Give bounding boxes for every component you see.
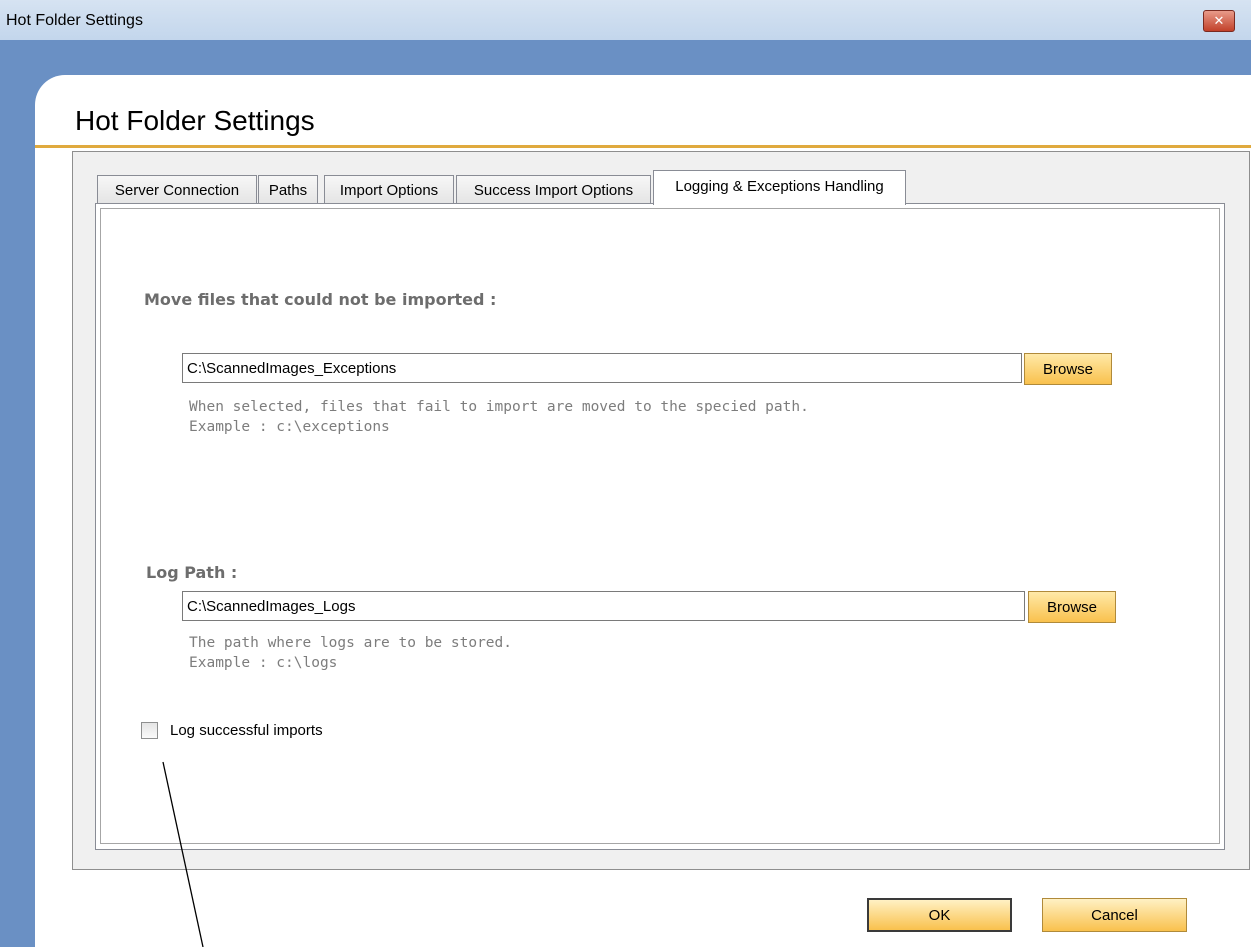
log-browse-button[interactable]: Browse <box>1028 591 1116 623</box>
log-help-example: Example : c:\logs <box>189 655 338 671</box>
log-successful-imports-label[interactable]: Log successful imports <box>170 722 323 739</box>
close-icon: ✕ <box>1213 13 1225 28</box>
cancel-button[interactable]: Cancel <box>1042 898 1187 932</box>
exceptions-help-line-1: When selected, files that fail to import… <box>189 399 809 415</box>
close-button[interactable]: ✕ <box>1203 10 1235 32</box>
exceptions-help-example: Example : c:\exceptions <box>189 419 390 435</box>
header-divider <box>35 145 1251 148</box>
tab-logging-exceptions-handling[interactable]: Logging & Exceptions Handling <box>653 170 906 205</box>
log-help-text: The path where logs are to be stored. Ex… <box>189 633 512 673</box>
tab-success-import-options[interactable]: Success Import Options <box>456 175 651 204</box>
log-help-line-1: The path where logs are to be stored. <box>189 635 513 651</box>
exceptions-path-label: Move files that could not be imported : <box>144 290 497 309</box>
window-title: Hot Folder Settings <box>6 12 143 29</box>
exceptions-help-text: When selected, files that fail to import… <box>189 397 809 437</box>
ok-button[interactable]: OK <box>867 898 1012 932</box>
exceptions-browse-button[interactable]: Browse <box>1024 353 1112 385</box>
title-bar[interactable]: Hot Folder Settings ✕ <box>0 0 1251 41</box>
log-path-label: Log Path : <box>146 563 238 582</box>
tab-server-connection[interactable]: Server Connection <box>97 175 257 204</box>
dialog-window: Hot Folder Settings ✕ Hot Folder Setting… <box>0 0 1251 947</box>
tab-import-options[interactable]: Import Options <box>324 175 454 204</box>
log-successful-imports-checkbox[interactable] <box>141 722 158 739</box>
page-title: Hot Folder Settings <box>75 105 315 136</box>
log-path-input[interactable] <box>182 591 1025 621</box>
tab-paths[interactable]: Paths <box>258 175 318 204</box>
exceptions-path-input[interactable] <box>182 353 1022 383</box>
